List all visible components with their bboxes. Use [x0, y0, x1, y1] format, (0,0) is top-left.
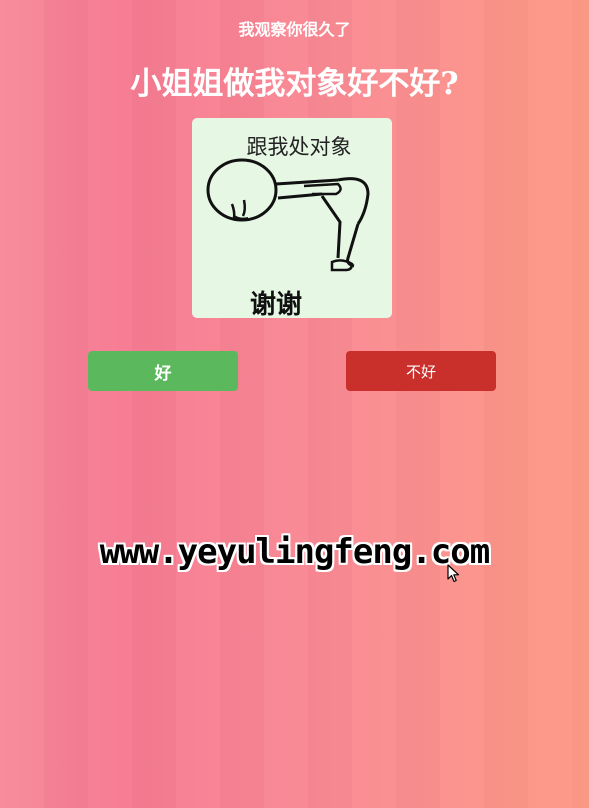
meme-top-text: 跟我处对象	[246, 135, 352, 159]
no-button[interactable]: 不好	[346, 351, 496, 391]
watermark-text: www.yeyulingfeng.com	[99, 532, 490, 572]
page-title: 小姐姐做我对象好不好?	[130, 66, 459, 102]
yes-button[interactable]: 好	[88, 351, 238, 391]
subtitle: 我观察你很久了	[238, 20, 351, 39]
meme-image: 跟我处对象 谢谢	[192, 118, 392, 318]
mouse-cursor-icon	[447, 564, 460, 583]
meme-bottom-text: 谢谢	[250, 290, 303, 318]
